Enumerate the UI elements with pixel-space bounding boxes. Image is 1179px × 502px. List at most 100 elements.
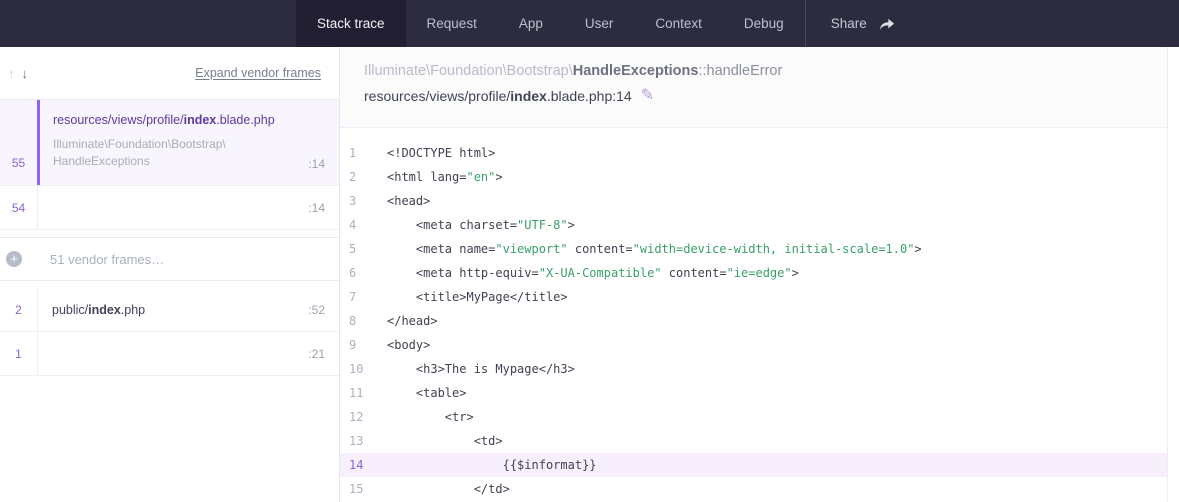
code-text: <h3>The is Mypage</h3>: [387, 357, 575, 381]
stack-frame-54[interactable]: 54 :14: [0, 186, 339, 230]
code-line-11: 11 <table>: [340, 381, 1167, 405]
frame-file: resources/views/profile/index.blade.php:…: [364, 88, 1147, 104]
share-icon: [878, 16, 896, 32]
line-number: 3: [340, 189, 387, 213]
code-line-6: 6 <meta http-equiv="X-UA-Compatible" con…: [340, 261, 1167, 285]
code-text: {{$informat}}: [387, 453, 597, 477]
code-text: <tr>: [387, 405, 474, 429]
line-number: 12: [340, 405, 387, 429]
line-number: 8: [340, 309, 387, 333]
tab-app[interactable]: App: [498, 0, 564, 47]
line-number: 15: [340, 477, 387, 501]
code-text: <body>: [387, 333, 430, 357]
expand-plus-icon: +: [6, 251, 22, 267]
method-name: ::handleError: [698, 63, 782, 79]
frame-class-name: Illuminate\Foundation\Bootstrap\HandleEx…: [53, 136, 288, 171]
code-text: <td>: [387, 429, 503, 453]
code-line-14: 14 {{$informat}}: [340, 453, 1167, 477]
code-line-5: 5 <meta name="viewport" content="width=d…: [340, 237, 1167, 261]
line-number: 10: [340, 357, 387, 381]
line-number: 5: [340, 237, 387, 261]
frame-body: public/index.php:52: [37, 288, 339, 331]
sidebar-header: ↑ ↓ Expand vendor frames: [0, 47, 339, 100]
line-number: 2: [340, 165, 387, 189]
line-number: 1: [340, 141, 387, 165]
frame-number: 54: [0, 186, 37, 229]
frame-header: Illuminate\Foundation\Bootstrap\HandleEx…: [340, 47, 1167, 127]
code-text: <meta charset="UTF-8">: [387, 213, 575, 237]
ignition-error-page: Stack traceRequestAppUserContextDebug Sh…: [0, 0, 1179, 502]
file-path: resources/views/profile/index.blade.php:…: [364, 88, 632, 104]
edit-pencil-icon[interactable]: ✎: [641, 88, 654, 104]
scrollbar[interactable]: [1167, 47, 1179, 502]
namespace-prefix: Illuminate\Foundation\Bootstrap\: [364, 63, 573, 79]
class-name: HandleExceptions: [573, 63, 699, 79]
line-number: 13: [340, 429, 387, 453]
frame-number: 55: [0, 100, 37, 185]
tab-request[interactable]: Request: [406, 0, 498, 47]
code-text: </head>: [387, 309, 438, 333]
code-text: <html lang="en">: [387, 165, 503, 189]
line-number: 9: [340, 333, 387, 357]
code-line-3: 3<head>: [340, 189, 1167, 213]
file-path-suffix: .blade.php:14: [547, 88, 632, 104]
vendor-frames-label: 51 vendor frames…: [50, 252, 164, 267]
tab-user[interactable]: User: [564, 0, 635, 47]
file-path-bold: index: [510, 88, 547, 104]
code-line-12: 12 <tr>: [340, 405, 1167, 429]
line-number: 6: [340, 261, 387, 285]
line-number: 14: [340, 453, 387, 477]
line-number: 4: [340, 213, 387, 237]
share-button[interactable]: Share: [806, 0, 912, 47]
frame-file-path: resources/views/profile/index.blade.php: [53, 113, 325, 127]
code-text: <table>: [387, 381, 466, 405]
code-text: <meta name="viewport" content="width=dev…: [387, 237, 922, 261]
expand-vendor-frames-link[interactable]: Expand vendor frames: [195, 66, 321, 80]
stack-frame-1[interactable]: 1 :21: [0, 332, 339, 376]
frame-line-number: :14: [308, 157, 325, 171]
frame-file-path: public/index.php: [52, 303, 325, 317]
code-text: <title>MyPage</title>: [387, 285, 568, 309]
frame-body: resources/views/profile/index.blade.php I…: [37, 100, 339, 185]
tab-context[interactable]: Context: [634, 0, 723, 47]
code-line-2: 2<html lang="en">: [340, 165, 1167, 189]
code-line-7: 7 <title>MyPage</title>: [340, 285, 1167, 309]
code-text: <!DOCTYPE html>: [387, 141, 495, 165]
code-line-10: 10 <h3>The is Mypage</h3>: [340, 357, 1167, 381]
frame-line-number: :14: [308, 201, 325, 215]
prev-frame-arrow-icon[interactable]: ↑: [8, 66, 15, 81]
next-frame-arrow-icon[interactable]: ↓: [22, 66, 29, 81]
nav-tabs: Stack traceRequestAppUserContextDebug: [296, 0, 805, 47]
tab-stack-trace[interactable]: Stack trace: [296, 0, 406, 47]
top-navbar: Stack traceRequestAppUserContextDebug Sh…: [0, 0, 1179, 47]
frame-line-number: :52: [308, 303, 325, 317]
frame-body: :14: [37, 186, 339, 229]
frame-method: Illuminate\Foundation\Bootstrap\HandleEx…: [364, 63, 1147, 79]
tab-debug[interactable]: Debug: [723, 0, 805, 47]
code-text: <head>: [387, 189, 430, 213]
code-text: </td>: [387, 477, 510, 501]
frame-line-number: :21: [308, 347, 325, 361]
share-label: Share: [831, 16, 867, 31]
main-panel: Illuminate\Foundation\Bootstrap\HandleEx…: [340, 47, 1167, 502]
code-line-1: 1<!DOCTYPE html>: [340, 141, 1167, 165]
code-snippet: 1<!DOCTYPE html>2<html lang="en">3<head>…: [340, 127, 1167, 502]
code-line-4: 4 <meta charset="UTF-8">: [340, 213, 1167, 237]
frame-body: :21: [37, 332, 339, 375]
content-area: ↑ ↓ Expand vendor frames 55resources/vie…: [0, 47, 1179, 502]
frames-list: 55resources/views/profile/index.blade.ph…: [0, 100, 339, 376]
vendor-frames-toggle[interactable]: +51 vendor frames…: [0, 237, 339, 281]
stack-frame-2[interactable]: 2public/index.php:52: [0, 288, 339, 332]
code-line-15: 15 </td>: [340, 477, 1167, 501]
line-number: 7: [340, 285, 387, 309]
stack-frame-55[interactable]: 55resources/views/profile/index.blade.ph…: [0, 100, 339, 186]
code-line-9: 9<body>: [340, 333, 1167, 357]
code-line-13: 13 <td>: [340, 429, 1167, 453]
code-line-8: 8</head>: [340, 309, 1167, 333]
frame-number: 1: [0, 332, 37, 375]
file-path-prefix: resources/views/profile/: [364, 88, 510, 104]
frame-number: 2: [0, 288, 37, 331]
stack-trace-sidebar: ↑ ↓ Expand vendor frames 55resources/vie…: [0, 47, 340, 502]
code-text: <meta http-equiv="X-UA-Compatible" conte…: [387, 261, 799, 285]
line-number: 11: [340, 381, 387, 405]
